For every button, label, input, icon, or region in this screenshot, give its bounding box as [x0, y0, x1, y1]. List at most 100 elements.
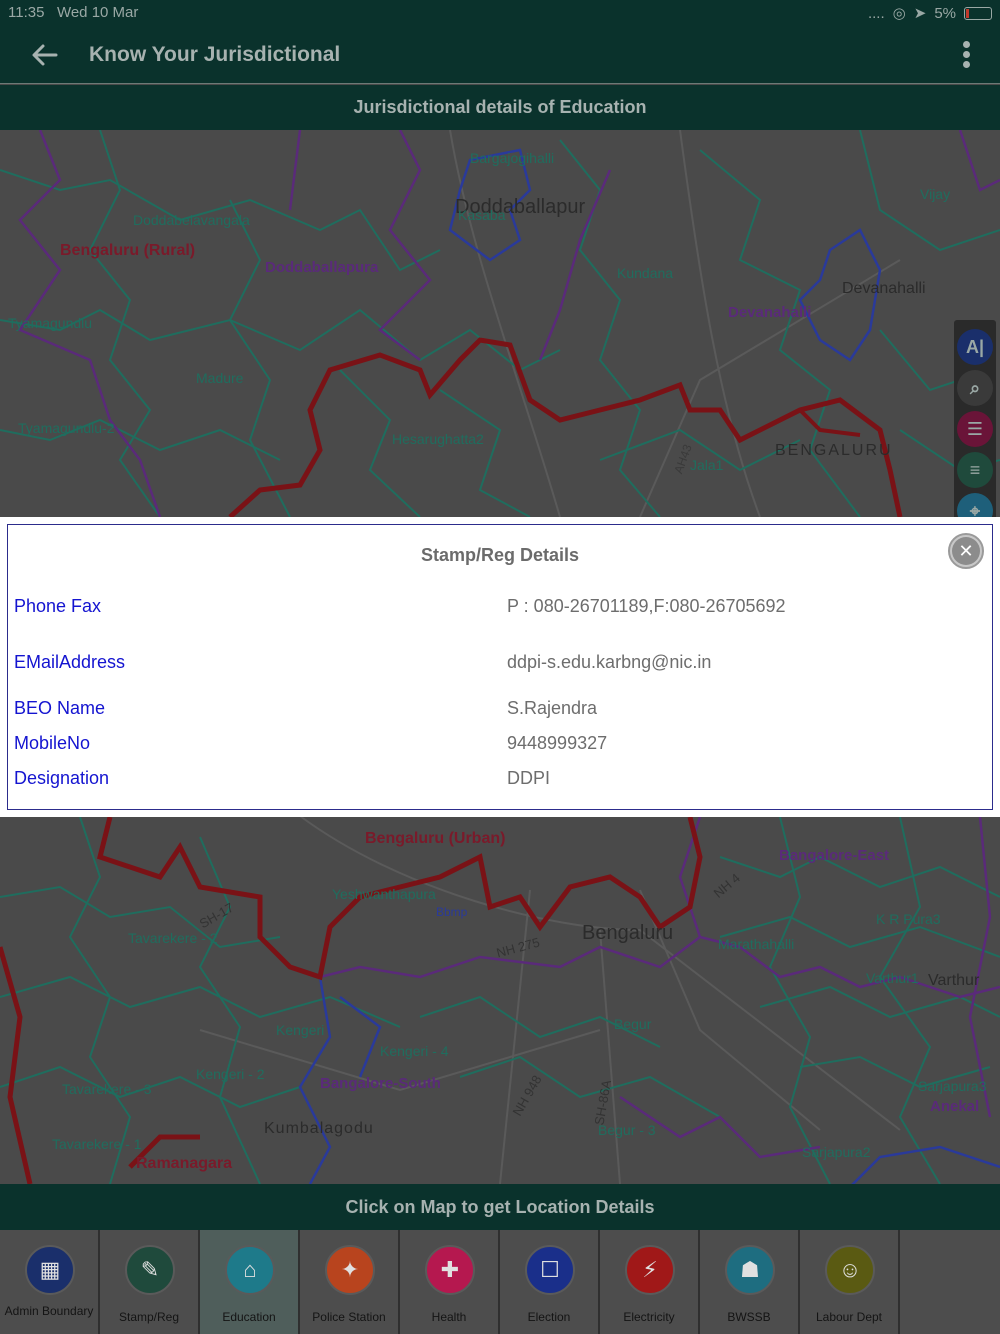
map-label-hesarughatta2: Hesarughatta2	[392, 431, 484, 447]
map-label-jala1: Jala1	[690, 457, 724, 473]
map-label-tavarekere-3: Tavarekere - 3	[62, 1081, 152, 1097]
nav-label: Labour Dept	[815, 1310, 883, 1324]
back-button[interactable]	[30, 40, 60, 70]
map-label-begur-3: Begur - 3	[598, 1122, 656, 1138]
detail-value-email: ddpi-s.edu.karbng@nic.in	[507, 652, 712, 672]
detail-label-email: EMailAddress	[14, 652, 126, 672]
building-icon: ▦	[25, 1245, 75, 1295]
nav-label: Admin Boundary	[4, 1304, 94, 1318]
map-label-yeshwanthapura: Yeshwanthapura	[332, 886, 436, 902]
nav-label: Health	[431, 1310, 467, 1324]
stamp-icon: ✎	[125, 1245, 175, 1295]
nav-label: Police Station	[312, 1310, 386, 1324]
legend-button[interactable]: ☰	[957, 411, 993, 447]
map-label-tyamagundlu-2: Tyamagundlu-2	[18, 420, 115, 436]
overflow-menu-button[interactable]	[958, 39, 974, 73]
detail-value-phone-fax: P : 080-26701189,F:080-26705692	[507, 596, 786, 616]
nav-item-stamp-reg[interactable]: ✎ Stamp/Reg	[100, 1230, 200, 1334]
signal-icon: ....	[867, 4, 885, 22]
nav-label: Stamp/Reg	[118, 1310, 180, 1324]
map-label-kr-pura3: K R Pura3	[876, 911, 941, 927]
map-label-tavarekere-2: Tavarekere - 2	[128, 930, 218, 946]
map-label-marathahalli: Marathahalli	[718, 936, 795, 952]
battery-icon	[964, 6, 992, 20]
nav-item-electricity[interactable]: ⚡ Electricity	[600, 1230, 700, 1334]
map-label-anekal: Anekal	[930, 1098, 980, 1115]
location-icon: ➤	[913, 5, 927, 22]
status-time: 11:35 Wed 10 Mar	[8, 4, 139, 21]
more-vert-icon	[962, 41, 970, 48]
map-label-kengeri-2: Kengeri - 2	[196, 1066, 265, 1082]
map-label-devanahalli: Devanahalli	[728, 304, 812, 321]
map-label-bargajogihalli: Bargajogihalli	[470, 150, 555, 166]
map-label-kengeri: Kengeri	[276, 1022, 325, 1038]
worker-icon: ☺	[825, 1245, 875, 1295]
nav-item-election[interactable]: ☐ Election	[500, 1230, 600, 1334]
map-label-kumbalagodu: Kumbalagodu	[264, 1120, 374, 1137]
close-icon: ✕	[952, 537, 980, 565]
page-title: Know Your Jurisdictional	[89, 43, 341, 66]
details-panel: Stamp/Reg Details ✕ Phone Fax P : 080-26…	[0, 517, 1000, 817]
ruler-icon: A|	[965, 336, 985, 357]
map-label-bengaluru-city: Bengaluru	[582, 922, 674, 944]
map-label-kasaba: Kasaba	[458, 207, 506, 223]
map-toolbar: A| ⌕ ☰ ≡ ⌖	[954, 320, 996, 538]
graduation-cap-icon: ⌂	[225, 1245, 275, 1295]
nav-item-education[interactable]: ⌂ Education	[200, 1230, 300, 1334]
map-label-bangalore-east: Bangalore-East	[779, 847, 890, 864]
detail-label-mobile: MobileNo	[14, 733, 91, 753]
map-label-bbmp: Bbmp	[436, 905, 468, 919]
map-label-sarjapura2: Sarjapura2	[802, 1144, 871, 1160]
map-label-varthur1: Varthur1	[866, 970, 919, 986]
layers-button[interactable]: ≡	[957, 452, 993, 488]
water-tap-icon: ☗	[725, 1245, 775, 1295]
nav-item-bwssb[interactable]: ☗ BWSSB	[700, 1230, 800, 1334]
battery-percent: 5%	[934, 4, 956, 22]
map-label-begur: Begur	[614, 1016, 652, 1032]
detail-label-phone-fax: Phone Fax	[14, 596, 102, 616]
ballot-box-icon: ☐	[525, 1245, 575, 1295]
detail-label-designation: Designation	[14, 768, 110, 788]
map-label-vijay: Vijay	[920, 186, 951, 202]
nav-item-labour-dept[interactable]: ☺ Labour Dept	[800, 1230, 900, 1334]
lightning-icon: ⚡	[625, 1245, 675, 1295]
nav-label: BWSSB	[727, 1310, 771, 1324]
map-label-kengeri-4: Kengeri - 4	[380, 1043, 449, 1059]
map-label-tavarekere-1: Tavarekere - 1	[52, 1136, 142, 1152]
layers-icon: ≡	[969, 459, 981, 480]
map-label-bangalore-south: Bangalore-South	[320, 1075, 441, 1092]
map-label-varthur: Varthur	[928, 972, 980, 989]
map-label-tyamagundlu: Tyamagundlu	[8, 315, 93, 331]
close-button[interactable]: ✕	[948, 533, 984, 569]
map-label-bengaluru-urban: Bengaluru (Urban)	[365, 830, 506, 847]
nav-item-health[interactable]: ✚ Health	[400, 1230, 500, 1334]
detail-value-designation: DDPI	[507, 768, 551, 788]
map-label-bengaluru-road: BENGALURU	[775, 442, 893, 459]
detail-value-mobile: 9448999327	[507, 733, 608, 753]
detail-label-beo-name: BEO Name	[14, 698, 106, 718]
nav-label: Education	[222, 1310, 276, 1324]
map-label-sarjapura3: Sarjapura3	[918, 1078, 987, 1094]
measure-tool-button[interactable]: A|	[957, 329, 993, 365]
map-label-doddabelavangala: Doddabelavangala	[133, 212, 250, 228]
details-title: Stamp/Reg Details	[420, 545, 580, 565]
detail-value-beo-name: S.Rajendra	[507, 698, 598, 718]
arrow-left-icon	[32, 44, 58, 66]
map-label-devanahalli-town: Devanahalli	[842, 280, 926, 297]
wifi-icon: ◎	[892, 5, 906, 22]
nav-item-police-station[interactable]: ✦ Police Station	[300, 1230, 400, 1334]
nav-item-admin-boundary[interactable]: ▦ Admin Boundary	[0, 1230, 100, 1334]
nav-label: Electricity	[623, 1310, 675, 1324]
list-icon: ☰	[966, 418, 984, 439]
nav-label: Election	[527, 1310, 571, 1324]
map-label-ramanagara: Ramanagara	[136, 1155, 233, 1172]
map-label-madure: Madure	[196, 370, 244, 386]
police-badge-icon: ✦	[325, 1245, 375, 1295]
map-hint-bar: Click on Map to get Location Details	[0, 1184, 1000, 1230]
medical-cross-icon: ✚	[425, 1245, 475, 1295]
map-search-icon: ⌕	[969, 377, 981, 398]
status-icons: .... ◎ ➤ 5%	[868, 4, 992, 22]
details-frame: Stamp/Reg Details ✕ Phone Fax P : 080-26…	[7, 524, 993, 810]
search-location-button[interactable]: ⌕	[957, 370, 993, 406]
section-header: Jurisdictional details of Education	[0, 85, 1000, 130]
